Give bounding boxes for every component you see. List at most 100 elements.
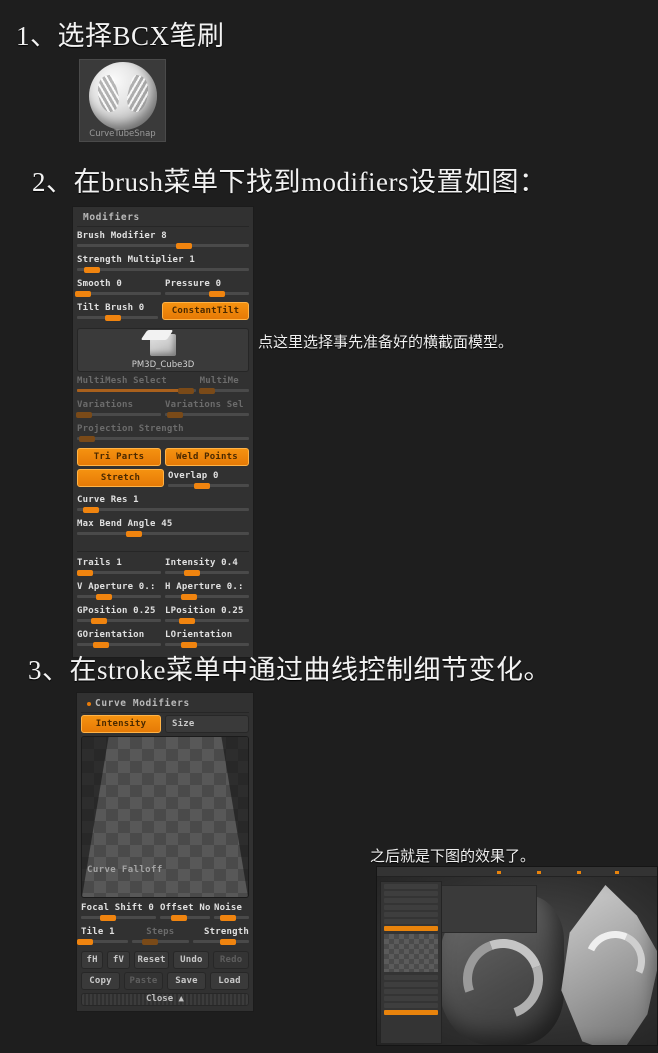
slider-focal-shift[interactable]: Focal Shift 0	[81, 901, 156, 925]
slider-track[interactable]	[132, 938, 189, 945]
slider-track[interactable]	[75, 411, 161, 418]
slider-variations[interactable]: Variations	[75, 398, 161, 422]
curve-modifiers-panel: Curve Modifiers Intensity Size Curve Fal…	[76, 692, 254, 1012]
slider-knob[interactable]	[171, 914, 187, 921]
tab-intensity[interactable]: Intensity	[81, 715, 161, 733]
slider-track[interactable]	[76, 938, 129, 945]
slider-knob[interactable]	[104, 314, 121, 321]
slider-knob[interactable]	[209, 290, 226, 297]
slider-tile[interactable]: Tile 1	[76, 925, 129, 949]
slider-track[interactable]	[165, 593, 249, 600]
slider-track[interactable]	[77, 387, 196, 394]
slider-h-aperture[interactable]: H Aperture 0.:	[165, 580, 249, 604]
slider-overlap[interactable]: Overlap 0	[168, 469, 249, 493]
slider-knob[interactable]	[77, 569, 94, 576]
slider-knob[interactable]	[180, 641, 197, 648]
slider-track[interactable]	[77, 569, 161, 576]
weld-points-button[interactable]: Weld Points	[165, 448, 249, 466]
flip-v-button[interactable]: fV	[107, 951, 130, 969]
slider-lposition[interactable]: LPosition 0.25	[165, 604, 249, 628]
slider-track[interactable]	[81, 914, 156, 921]
slider-max-bend-angle[interactable]: Max Bend Angle 45	[77, 517, 249, 541]
slider-multimesh-select[interactable]: MultiMesh Select	[77, 374, 196, 398]
slider-track[interactable]	[165, 617, 249, 624]
slider-track[interactable]	[77, 266, 249, 273]
slider-track[interactable]	[165, 641, 249, 648]
slider-tilt-brush[interactable]: Tilt Brush 0	[77, 301, 158, 325]
slider-knob[interactable]	[220, 914, 236, 921]
slider-track[interactable]	[77, 530, 249, 537]
slider-knob[interactable]	[84, 266, 101, 273]
slider-offset[interactable]: Offset Noise	[160, 901, 210, 925]
slider-track[interactable]	[77, 641, 161, 648]
slider-knob[interactable]	[175, 242, 192, 249]
save-button[interactable]: Save	[167, 972, 206, 990]
multimesh-preview[interactable]: PM3D_Cube3D	[77, 328, 249, 372]
slider-smooth[interactable]: Smooth 0	[74, 277, 161, 301]
slider-track[interactable]	[192, 938, 249, 945]
slider-knob[interactable]	[198, 387, 215, 394]
tab-size[interactable]: Size	[165, 715, 249, 733]
slider-track[interactable]	[74, 290, 161, 297]
slider-knob[interactable]	[100, 914, 116, 921]
slider-v-aperture[interactable]: V Aperture 0.:	[77, 580, 161, 604]
slider-knob[interactable]	[194, 482, 211, 489]
slider-track[interactable]	[168, 482, 249, 489]
slider-track[interactable]	[77, 593, 161, 600]
slider-knob[interactable]	[92, 641, 109, 648]
slider-strength[interactable]: Strength	[192, 925, 249, 949]
load-button[interactable]: Load	[210, 972, 249, 990]
slider-strength-multiplier[interactable]: Strength Multiplier 1	[77, 253, 249, 277]
slider-pressure[interactable]: Pressure 0	[165, 277, 249, 301]
slider-track[interactable]	[77, 506, 249, 513]
slider-track[interactable]	[165, 290, 249, 297]
tri-parts-button[interactable]: Tri Parts	[77, 448, 161, 466]
slider-label: Curve Res 1	[77, 495, 139, 505]
slider-intensity[interactable]: Intensity 0.4	[165, 556, 249, 580]
slider-knob[interactable]	[90, 617, 107, 624]
stretch-button[interactable]: Stretch	[77, 469, 164, 487]
slider-brush-modifier[interactable]: Brush Modifier 8	[77, 229, 249, 253]
slider-track[interactable]	[77, 435, 249, 442]
slider-knob[interactable]	[95, 593, 112, 600]
slider-knob[interactable]	[82, 506, 99, 513]
slider-knob[interactable]	[79, 435, 96, 442]
slider-track[interactable]	[77, 617, 161, 624]
slider-gposition[interactable]: GPosition 0.25	[77, 604, 161, 628]
slider-noise[interactable]: Noise	[214, 901, 249, 925]
slider-knob[interactable]	[178, 387, 195, 394]
constant-tilt-button[interactable]: ConstantTilt	[162, 302, 249, 320]
slider-track[interactable]	[165, 411, 249, 418]
slider-knob[interactable]	[76, 938, 93, 945]
undo-button[interactable]: Undo	[173, 951, 210, 969]
slider-variations-select[interactable]: Variations Sel	[165, 398, 249, 422]
flip-h-button[interactable]: fH	[81, 951, 104, 969]
slider-knob[interactable]	[142, 938, 159, 945]
slider-knob[interactable]	[219, 938, 236, 945]
curve-falloff-graph[interactable]: Curve Falloff	[81, 736, 249, 898]
zbrush-menubar	[377, 867, 657, 877]
slider-track[interactable]	[77, 242, 249, 249]
slider-track[interactable]	[160, 914, 210, 921]
brush-thumbnail[interactable]: CurveTubeSnap	[79, 59, 166, 142]
slider-knob[interactable]	[125, 530, 142, 537]
slider-knob[interactable]	[75, 411, 92, 418]
slider-projection-strength[interactable]: Projection Strength	[77, 422, 249, 446]
slider-knob[interactable]	[167, 411, 184, 418]
copy-button[interactable]: Copy	[81, 972, 120, 990]
slider-track[interactable]	[214, 914, 249, 921]
slider-steps[interactable]: Steps	[132, 925, 189, 949]
slider-multimesh-2[interactable]: MultiMe	[198, 374, 249, 398]
slider-knob[interactable]	[178, 617, 195, 624]
slider-knob[interactable]	[183, 569, 200, 576]
close-button[interactable]: Close ▲	[81, 993, 249, 1006]
slider-knob[interactable]	[180, 593, 197, 600]
slider-curve-res[interactable]: Curve Res 1	[77, 493, 249, 517]
slider-track[interactable]	[198, 387, 249, 394]
reset-button[interactable]: Reset	[133, 951, 170, 969]
slider-track[interactable]	[165, 569, 249, 576]
slider-knob[interactable]	[74, 290, 91, 297]
slider-trails[interactable]: Trails 1	[77, 556, 161, 580]
slider-label: Variations	[77, 400, 134, 410]
slider-track[interactable]	[77, 314, 158, 321]
